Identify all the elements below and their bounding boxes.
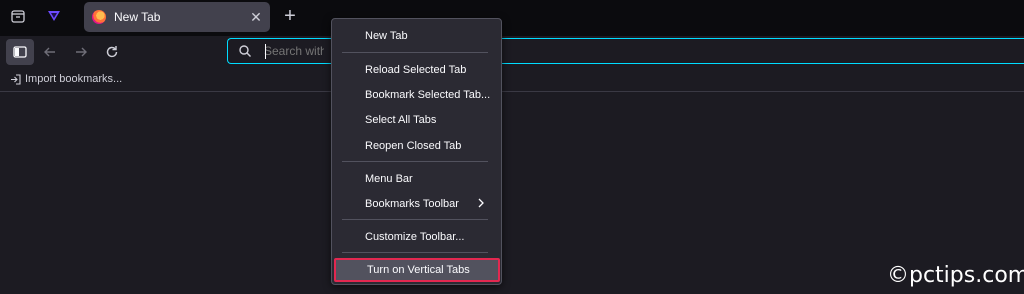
- menu-item-turn-on-vertical-tabs[interactable]: Turn on Vertical Tabs: [334, 258, 500, 282]
- close-tab-icon[interactable]: ✕: [248, 9, 264, 25]
- search-input[interactable]: [264, 42, 324, 60]
- firefox-view-button[interactable]: [8, 6, 28, 26]
- tab-title: New Tab: [114, 10, 161, 24]
- forward-button[interactable]: [71, 42, 91, 62]
- tab-strip: New Tab ✕ +: [0, 0, 1024, 36]
- arrow-left-icon: [44, 47, 55, 57]
- menu-item-label: Bookmark Selected Tab...: [365, 89, 491, 101]
- text-caret: [265, 44, 266, 59]
- toolbar-context-menu: New Tab Reload Selected Tab Bookmark Sel…: [331, 18, 502, 285]
- back-button[interactable]: [40, 42, 60, 62]
- import-icon: [11, 73, 21, 85]
- reload-button[interactable]: [102, 42, 122, 62]
- import-bookmarks-label: Import bookmarks...: [25, 73, 123, 85]
- watermark: ©pctips.com: [887, 263, 1024, 288]
- import-bookmarks-button[interactable]: Import bookmarks...: [10, 73, 122, 85]
- menu-item-label: Menu Bar: [365, 173, 413, 185]
- menu-item-select-all-tabs[interactable]: Select All Tabs: [332, 109, 501, 131]
- menu-item-customize-toolbar[interactable]: Customize Toolbar...: [332, 226, 501, 248]
- menu-separator: [342, 219, 488, 220]
- sidebar-icon: [13, 46, 27, 58]
- arrow-right-icon: [76, 47, 87, 57]
- sidebar-toggle-button[interactable]: [6, 39, 34, 65]
- menu-item-label: Reload Selected Tab: [365, 64, 467, 76]
- nav-toolbar: [0, 36, 1024, 68]
- pinned-tab[interactable]: [42, 6, 66, 26]
- menu-separator: [342, 52, 488, 53]
- menu-item-label: Turn on Vertical Tabs: [367, 264, 470, 276]
- search-icon: [239, 45, 251, 57]
- menu-item-reload-selected-tab[interactable]: Reload Selected Tab: [332, 59, 501, 81]
- page-content: [0, 92, 1024, 294]
- menu-item-label: Bookmarks Toolbar: [365, 198, 459, 210]
- menu-item-label: Select All Tabs: [365, 114, 437, 126]
- menu-item-menu-bar[interactable]: Menu Bar: [332, 168, 501, 190]
- menu-item-label: Reopen Closed Tab: [365, 140, 462, 152]
- menu-item-label: New Tab: [365, 30, 408, 42]
- menu-separator: [342, 252, 488, 253]
- proton-vpn-icon: [48, 11, 60, 21]
- firefox-view-icon: [11, 10, 25, 23]
- menu-item-new-tab[interactable]: New Tab: [332, 25, 501, 47]
- menu-item-bookmarks-toolbar[interactable]: Bookmarks Toolbar: [332, 193, 501, 215]
- menu-item-label: Customize Toolbar...: [365, 231, 465, 243]
- menu-item-bookmark-selected-tab[interactable]: Bookmark Selected Tab...: [332, 84, 501, 106]
- new-tab-button[interactable]: +: [280, 6, 300, 26]
- bookmarks-toolbar: Import bookmarks...: [0, 68, 1024, 92]
- chevron-right-icon: [478, 198, 484, 208]
- firefox-icon: [92, 10, 106, 24]
- menu-separator: [342, 161, 488, 162]
- reload-icon: [106, 46, 118, 58]
- tab-new-tab[interactable]: New Tab ✕: [84, 2, 270, 32]
- menu-item-reopen-closed-tab[interactable]: Reopen Closed Tab: [332, 135, 501, 157]
